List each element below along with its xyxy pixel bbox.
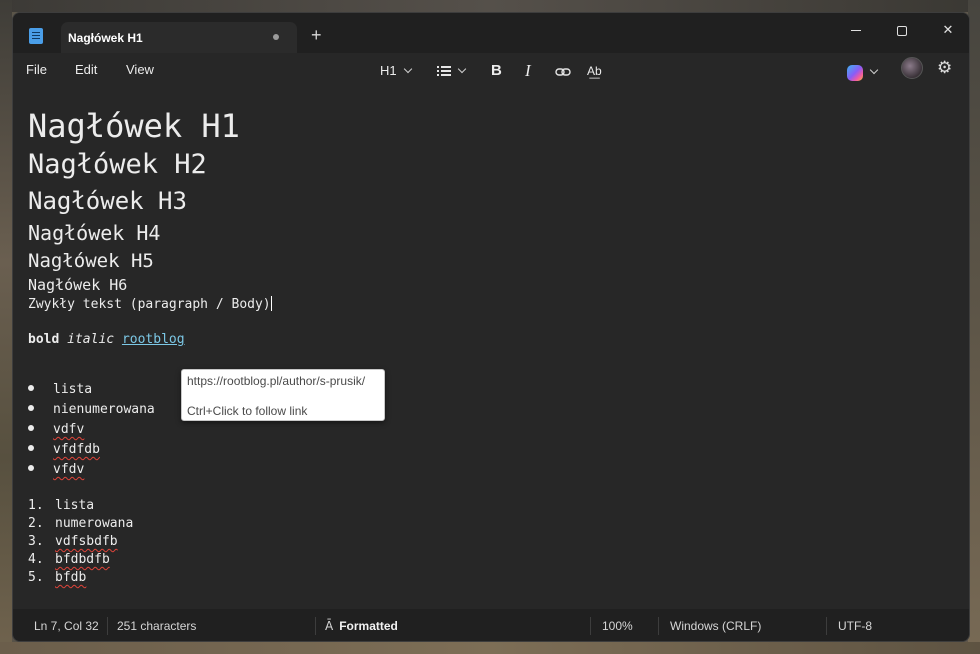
chevron-down-icon	[869, 65, 879, 75]
bold-text: bold	[28, 332, 60, 347]
character-count: 251 characters	[117, 619, 197, 633]
bullet-icon	[28, 405, 34, 411]
line-ending[interactable]: Windows (CRLF)	[670, 619, 761, 633]
numbered-item: 4. bfdbdfb	[28, 552, 110, 567]
spellcheck-button[interactable]: A͟b	[587, 60, 602, 82]
heading-1: Nagłówek H1	[28, 107, 240, 145]
list-item: vfdv	[28, 462, 84, 477]
close-button[interactable]: ✕	[925, 18, 969, 42]
tab-title: Nagłówek H1	[68, 31, 143, 45]
bullet-icon	[28, 425, 34, 431]
document-tab[interactable]: Nagłówek H1	[61, 22, 297, 53]
bullet-icon	[28, 445, 34, 451]
gear-icon[interactable]: ⚙	[937, 58, 952, 78]
heading-2: Nagłówek H2	[28, 149, 207, 180]
italic-button[interactable]: I	[525, 60, 531, 82]
status-divider	[826, 617, 827, 635]
tooltip-url: https://rootblog.pl/author/s-prusik/	[187, 374, 366, 388]
numbered-item: 1. lista	[28, 498, 95, 513]
menu-edit[interactable]: Edit	[75, 62, 97, 77]
maximize-icon	[897, 25, 907, 36]
italic-text: italic	[67, 332, 115, 347]
link-icon	[555, 67, 571, 76]
unsaved-dot-icon[interactable]	[273, 34, 279, 40]
menu-file[interactable]: File	[26, 62, 47, 77]
zoom-level[interactable]: 100%	[602, 619, 633, 633]
new-tab-button[interactable]: +	[311, 26, 322, 44]
list-button[interactable]	[437, 60, 467, 82]
paragraph: Zwykły tekst (paragraph / Body)	[28, 296, 272, 312]
cursor-position: Ln 7, Col 32	[34, 619, 99, 633]
minimize-icon	[851, 30, 861, 32]
desktop-background	[0, 0, 980, 12]
numbered-item: 3. vdfsbdfb	[28, 534, 118, 549]
status-divider	[590, 617, 591, 635]
paragraph-text: Zwykły tekst (paragraph / Body)	[28, 297, 271, 312]
chevron-down-icon	[403, 64, 412, 74]
chevron-down-icon	[457, 64, 467, 74]
heading-select-value: H1	[380, 63, 397, 78]
list-item: lista	[28, 382, 92, 397]
copilot-button[interactable]	[847, 61, 879, 83]
list-item: vfdfdb	[28, 442, 100, 457]
menu-bar: File Edit View H1 B I A͟b	[13, 53, 969, 87]
status-divider	[107, 617, 108, 635]
heading-select[interactable]: H1	[380, 60, 412, 82]
status-divider	[315, 617, 316, 635]
status-divider	[658, 617, 659, 635]
text-caret	[270, 296, 272, 311]
bullet-icon	[28, 465, 34, 471]
notepad-icon	[29, 28, 43, 44]
list-item: nienumerowana	[28, 402, 155, 417]
encoding[interactable]: UTF-8	[838, 619, 872, 633]
heading-3: Nagłówek H3	[28, 187, 187, 215]
copilot-icon	[847, 64, 863, 81]
tooltip-hint: Ctrl+Click to follow link	[187, 404, 308, 418]
link-tooltip: https://rootblog.pl/author/s-prusik/ Ctr…	[181, 369, 385, 421]
format-toggle[interactable]: Ā Formatted	[325, 619, 398, 633]
heading-5: Nagłówek H5	[28, 250, 154, 272]
heading-4: Nagłówek H4	[28, 221, 161, 245]
menu-view[interactable]: View	[126, 62, 154, 77]
maximize-button[interactable]	[879, 18, 925, 42]
bold-button[interactable]: B	[491, 60, 502, 82]
bullet-icon	[28, 385, 34, 391]
list-item: vdfv	[28, 422, 84, 437]
title-bar[interactable]: Nagłówek H1 + ✕	[13, 13, 969, 53]
heading-6: Nagłówek H6	[28, 276, 128, 294]
numbered-item: 5. bfdb	[28, 570, 87, 585]
status-bar: Ln 7, Col 32 251 characters Ā Formatted 1…	[13, 609, 969, 641]
numbered-item: 2. numerowana	[28, 516, 134, 531]
bulleted-list-icon	[437, 66, 451, 76]
desktop-background	[0, 642, 980, 654]
link-button[interactable]	[555, 60, 571, 82]
user-avatar[interactable]	[901, 57, 923, 79]
notepad-window: Nagłówek H1 + ✕ File Edit View H1 B I A͟…	[12, 12, 970, 642]
minimize-button[interactable]	[833, 18, 879, 42]
document-editor[interactable]: Nagłówek H1 Nagłówek H2 Nagłówek H3 Nagł…	[13, 87, 969, 609]
desktop-background	[0, 0, 12, 654]
formatted-icon: Ā	[325, 619, 334, 633]
hyperlink[interactable]: rootblog	[122, 332, 185, 347]
format-line: bold italic rootblog	[28, 332, 185, 347]
